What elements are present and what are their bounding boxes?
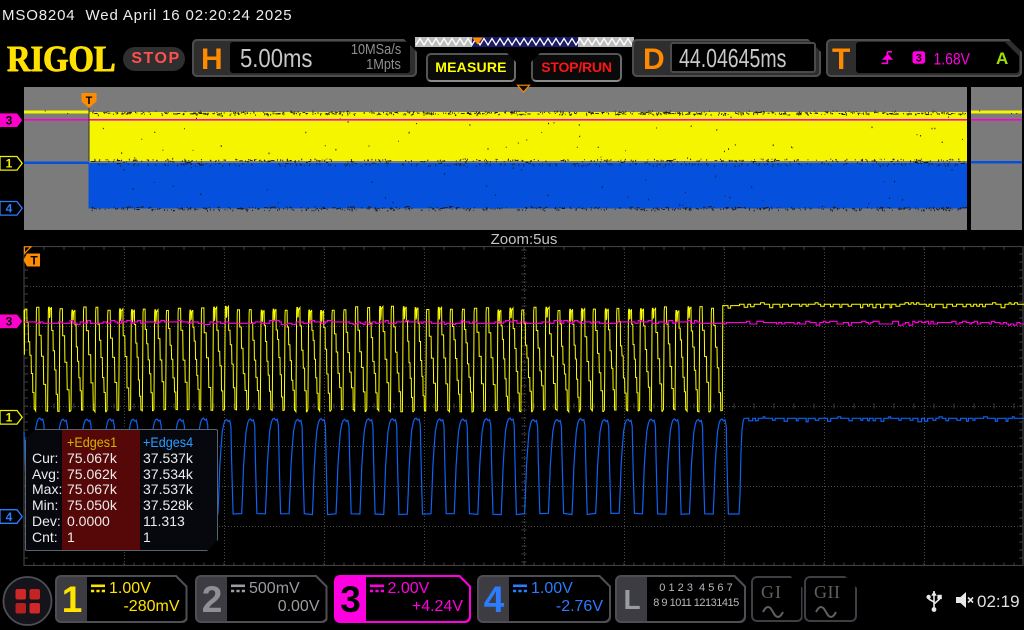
svg-text:4: 4 <box>6 202 13 216</box>
svg-text:T: T <box>30 254 38 268</box>
svg-text:1: 1 <box>6 411 13 425</box>
svg-text:3: 3 <box>6 114 13 128</box>
svg-text:02:19: 02:19 <box>977 592 1020 611</box>
svg-text:1.68V: 1.68V <box>934 50 971 68</box>
svg-text:1: 1 <box>6 157 13 171</box>
svg-text:3: 3 <box>6 315 13 329</box>
svg-text:GI: GI <box>761 582 781 602</box>
svg-text:A: A <box>996 49 1008 68</box>
svg-text:T: T <box>86 95 93 107</box>
svg-text:GII: GII <box>814 582 840 602</box>
svg-text:3: 3 <box>916 52 922 64</box>
svg-text:4: 4 <box>6 510 13 524</box>
